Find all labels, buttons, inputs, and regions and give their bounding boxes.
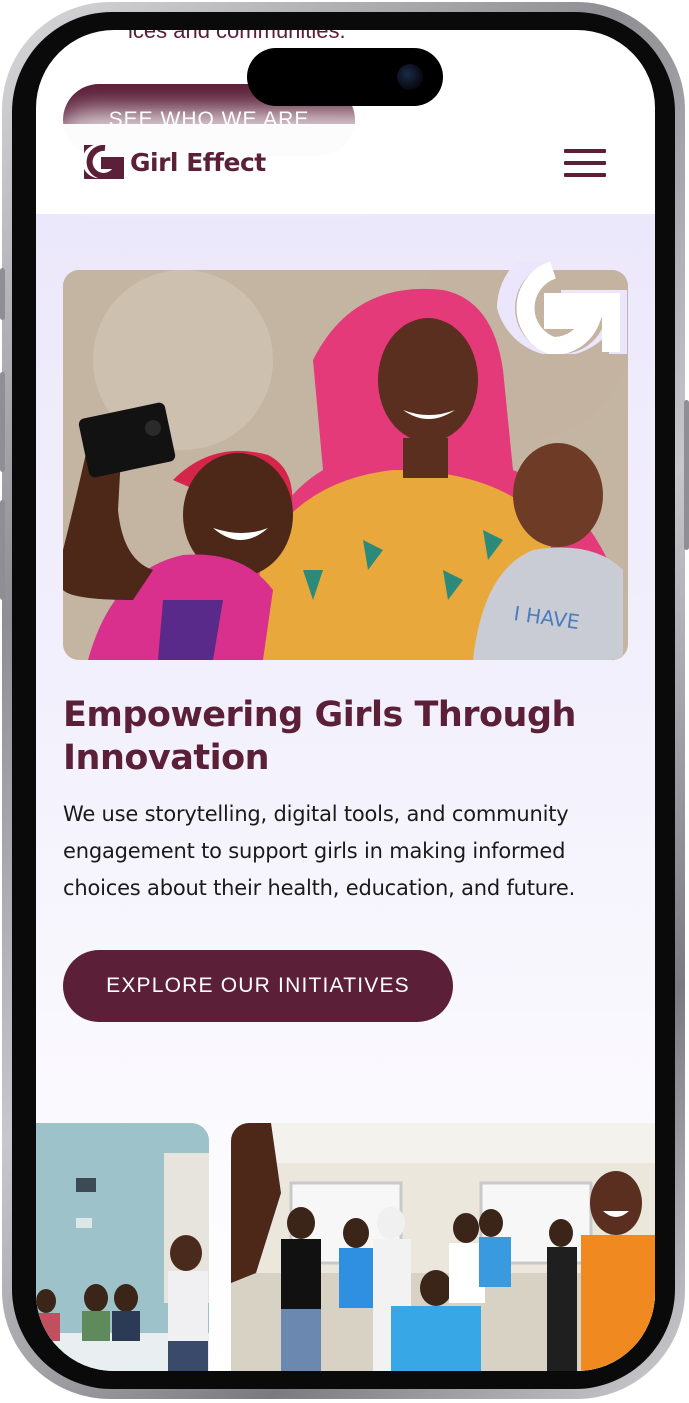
hero-title: Empowering Girls Through Innovation (63, 695, 576, 778)
girl-effect-g-icon (84, 145, 124, 179)
gallery-card-celebration[interactable] (231, 1123, 655, 1371)
hero-description: We use storytelling, digital tools, and … (63, 802, 576, 900)
brand-name: Girl Effect (130, 147, 266, 177)
dynamic-island (247, 48, 443, 106)
front-camera-icon (397, 64, 423, 90)
gallery-card-workshop[interactable] (36, 1123, 209, 1371)
previous-section-text: ices and communities. (128, 30, 346, 43)
brand-g-mark-icon (497, 262, 627, 354)
brand-logo[interactable]: Girl Effect (84, 142, 266, 182)
side-button-mute (0, 268, 5, 320)
hamburger-menu-icon[interactable] (560, 145, 606, 181)
side-button-power (684, 400, 689, 550)
side-button-volume-down (0, 500, 5, 600)
explore-initiatives-button[interactable]: EXPLORE OUR INITIATIVES (63, 950, 453, 1022)
screen: ices and communities. SEE WHO WE ARE I H… (36, 30, 655, 1371)
photo-group-celebration-icon (231, 1123, 655, 1371)
photo-workshop-meeting-icon (36, 1123, 209, 1371)
side-button-volume-up (0, 372, 5, 472)
